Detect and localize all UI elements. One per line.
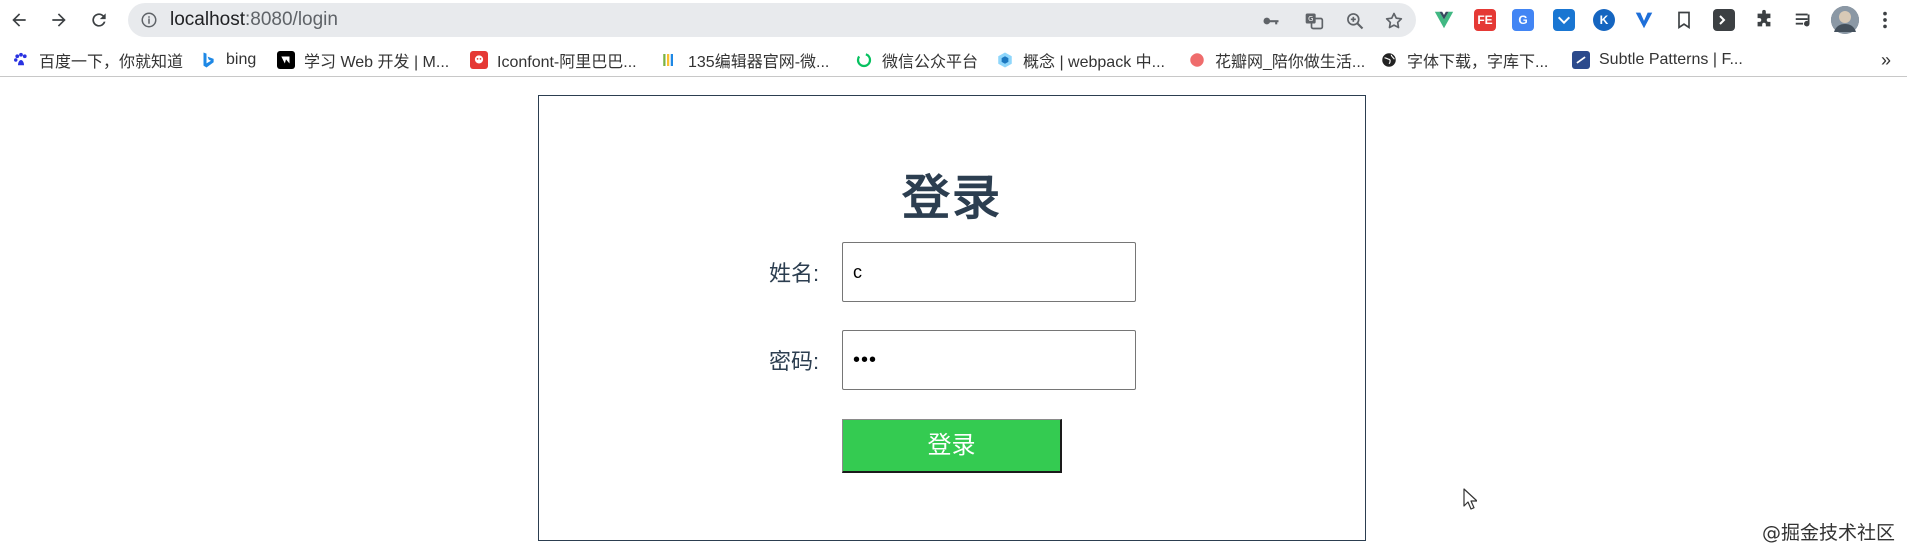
bookmark-bing[interactable]: bing (199, 44, 256, 76)
login-button[interactable]: 登录 (842, 419, 1062, 473)
bookmark-subtle-patterns[interactable]: Subtle Patterns | F... (1572, 44, 1743, 76)
arrow-left-icon (12, 13, 26, 27)
mdn-icon (277, 51, 295, 69)
terminal-icon[interactable] (1713, 9, 1735, 31)
url-text[interactable]: localhost:8080/login (170, 3, 338, 37)
wechat-mp-icon (855, 51, 873, 69)
zoom-icon[interactable] (1345, 11, 1365, 31)
vue-devtools-icon[interactable] (1433, 9, 1455, 31)
bookmark-label: 花瓣网_陪你做生活... (1215, 54, 1366, 71)
info-icon[interactable] (140, 11, 158, 29)
bookmark-label: 微信公众平台 (882, 54, 979, 71)
watermark: @掘金技术社区 (1761, 522, 1895, 544)
bookmark-label: Subtle Patterns | F... (1599, 51, 1743, 68)
login-card: 登录 姓名: c 密码: ••• 登录 (538, 95, 1366, 541)
bookmark-font-download[interactable]: 字体下载，字库下... (1380, 44, 1548, 76)
star-icon[interactable] (1384, 11, 1404, 31)
bookmark-135-editor[interactable]: 135编辑器官网-微... (661, 44, 829, 76)
bookmark-wechat-mp[interactable]: 微信公众平台 (855, 44, 978, 76)
bookmarks-bar: 百度一下，你就知道 bing 学习 Web 开发 | M... Iconfont… (0, 44, 1907, 77)
bookmark-icon[interactable] (1673, 9, 1695, 31)
password-input[interactable]: ••• (842, 330, 1136, 390)
mouse-cursor-icon (1463, 488, 1477, 510)
url-path: :8080/login (245, 9, 338, 30)
save-icon[interactable] (1553, 9, 1575, 31)
browser-toolbar: localhost:8080/login G FE G K (0, 0, 1907, 40)
bookmark-mdn[interactable]: 学习 Web 开发 | M... (277, 44, 449, 76)
forward-button[interactable] (44, 5, 74, 35)
key-icon[interactable] (1261, 11, 1281, 31)
135-editor-icon (661, 51, 679, 69)
bookmark-label: 字体下载，字库下... (1407, 54, 1549, 71)
v-extension-icon[interactable] (1633, 9, 1655, 31)
reload-button[interactable] (84, 5, 114, 35)
address-bar[interactable]: localhost:8080/login G (128, 3, 1416, 37)
arrow-right-icon (52, 13, 66, 27)
bookmark-webpack[interactable]: 概念 | webpack 中... (996, 44, 1165, 76)
bookmark-label: 概念 | webpack 中... (1023, 54, 1165, 71)
bookmark-iconfont[interactable]: Iconfont-阿里巴巴... (470, 44, 637, 76)
google-translate-icon[interactable]: G (1512, 9, 1534, 31)
name-label: 姓名: (769, 261, 820, 286)
translate-icon[interactable]: G (1304, 11, 1324, 31)
bookmark-label: bing (226, 51, 257, 68)
reading-list-icon[interactable] (1793, 9, 1815, 31)
bookmark-baidu[interactable]: 百度一下，你就知道 (12, 44, 183, 76)
svg-text:G: G (1308, 15, 1313, 23)
fe-helper-icon[interactable]: FE (1474, 9, 1496, 31)
k-extension-icon[interactable]: K (1593, 9, 1615, 31)
bookmark-label: 135编辑器官网-微... (688, 54, 830, 71)
reload-icon (92, 13, 106, 27)
subtle-patterns-icon (1572, 51, 1590, 69)
iconfont-icon (470, 51, 488, 69)
bookmark-label: Iconfont-阿里巴巴... (497, 54, 637, 71)
baidu-paw-icon (12, 51, 30, 69)
page-title: 登录 (901, 172, 1002, 225)
webpack-icon (996, 51, 1014, 69)
globe-icon (1380, 51, 1398, 69)
name-input[interactable]: c (842, 242, 1136, 302)
bookmark-huaban[interactable]: 花瓣网_陪你做生活... (1188, 44, 1365, 76)
avatar[interactable] (1831, 6, 1859, 34)
puzzle-extensions-icon[interactable] (1753, 9, 1775, 31)
bing-icon (199, 51, 217, 69)
huaban-icon (1188, 51, 1206, 69)
bookmark-label: 百度一下，你就知道 (39, 54, 184, 71)
bookmark-label: 学习 Web 开发 | M... (304, 54, 450, 71)
menu-icon[interactable] (1874, 9, 1896, 31)
bookmarks-overflow-button[interactable]: » (1881, 44, 1891, 76)
url-host: localhost (170, 9, 245, 30)
password-label: 密码: (769, 349, 820, 374)
back-button[interactable] (4, 5, 34, 35)
